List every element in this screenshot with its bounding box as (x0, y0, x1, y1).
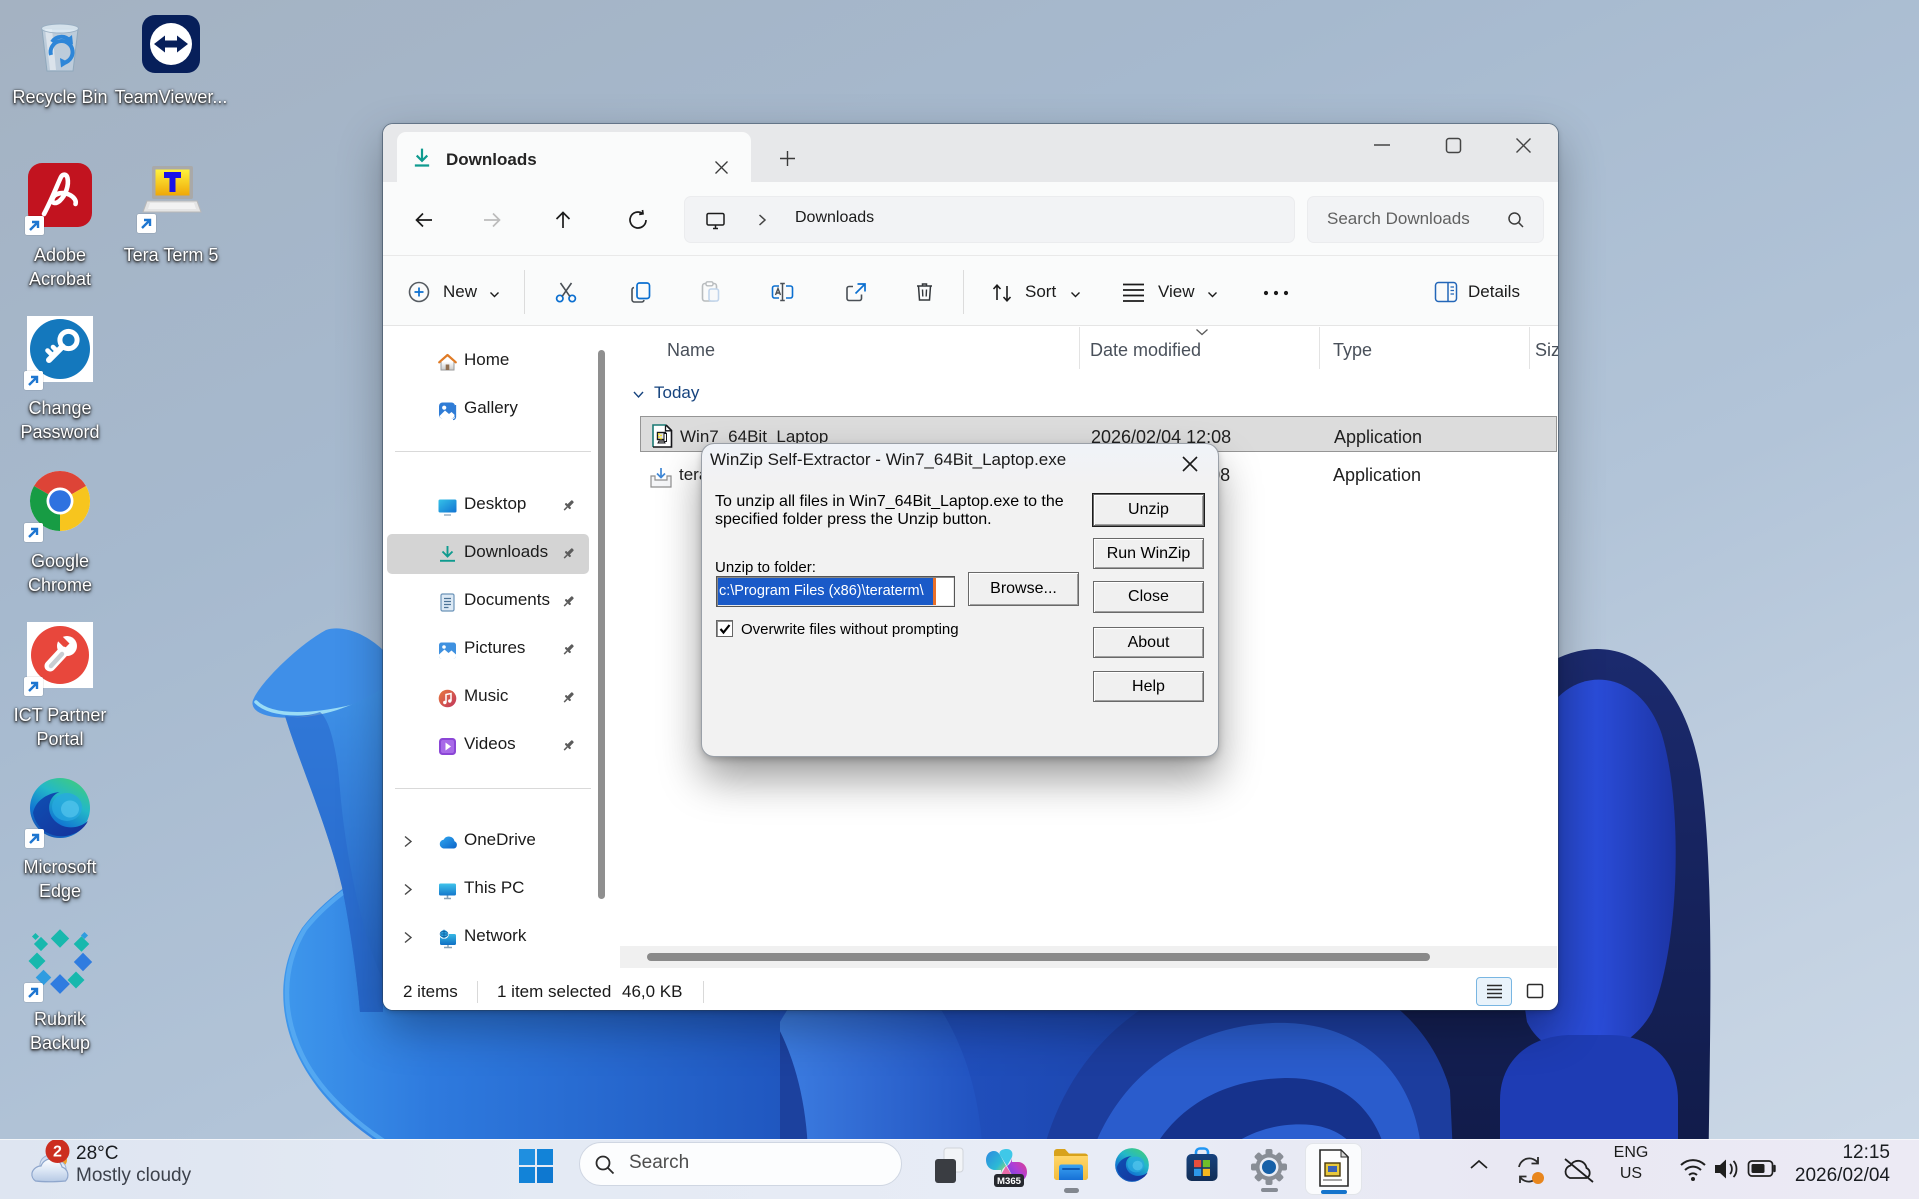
svg-text:M365: M365 (997, 1176, 1022, 1187)
svg-text:2: 2 (53, 1144, 62, 1161)
